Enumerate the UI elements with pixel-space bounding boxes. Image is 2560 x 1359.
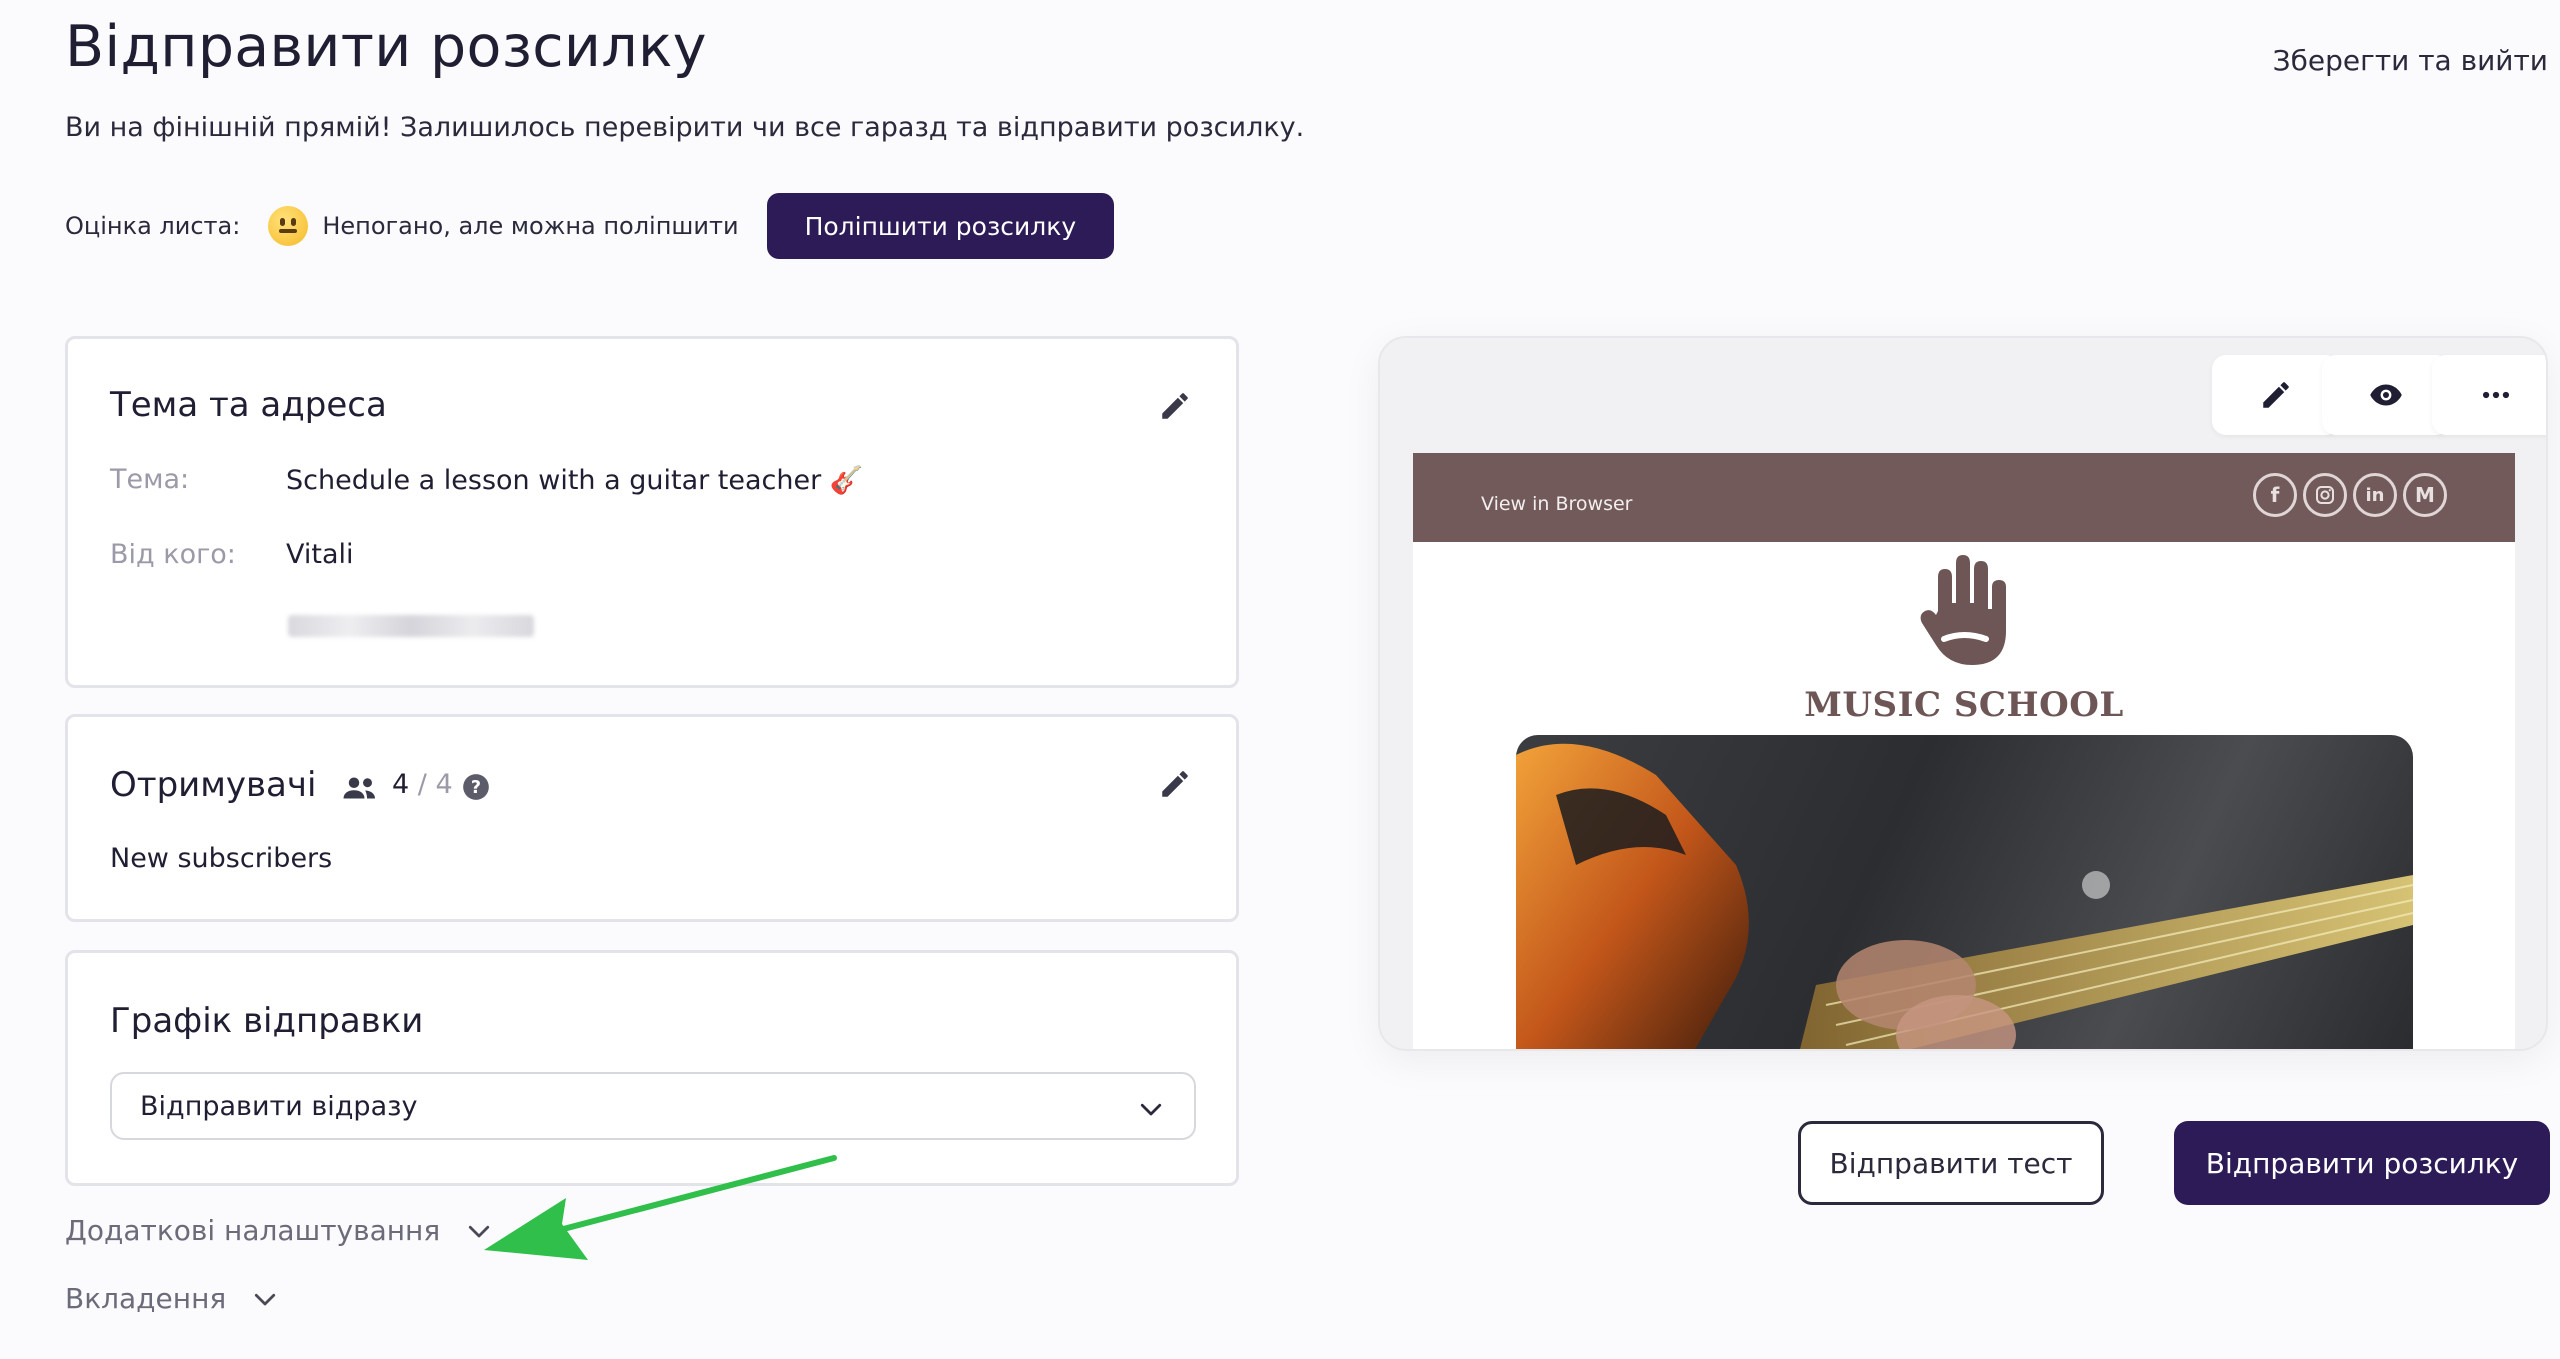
improve-campaign-button[interactable]: Поліпшити розсилку	[766, 193, 1115, 259]
schedule-select[interactable]: Відправити відразу	[110, 1072, 1196, 1140]
save-and-exit-link[interactable]: Зберегти та вийти	[2273, 44, 2548, 77]
recipients-card: Отримувачі 4 / 4 ? New subscribers	[65, 714, 1239, 922]
recipients-count: 4 / 4	[392, 769, 453, 800]
subject-card-title: Тема та адреса	[110, 385, 387, 425]
instagram-icon[interactable]	[2303, 473, 2347, 517]
facebook-icon[interactable]: f	[2253, 473, 2297, 517]
page-subtitle: Ви на фінішній прямій! Залишилось переві…	[65, 112, 1305, 143]
send-campaign-button[interactable]: Відправити розсилку	[2174, 1121, 2550, 1205]
recipients-separator: /	[417, 769, 427, 800]
email-preview-panel: View in Browser f in M MUSIC SCHOOL	[1378, 336, 2548, 1051]
pencil-icon[interactable]	[1158, 767, 1192, 801]
chevron-down-icon	[255, 1293, 276, 1305]
attachments-toggle[interactable]: Вкладення	[65, 1282, 280, 1315]
help-icon[interactable]: ?	[462, 773, 490, 801]
subject-address-card: Тема та адреса Тема: Schedule a lesson w…	[65, 336, 1239, 688]
chevron-down-icon	[1140, 1103, 1162, 1116]
recipients-total: 4	[435, 769, 453, 800]
attachments-label: Вкладення	[65, 1282, 227, 1315]
schedule-card-title: Графік відправки	[110, 1001, 424, 1041]
blurred-sender-email	[288, 615, 534, 637]
slight-smile-emoji-icon	[268, 206, 309, 246]
brand-name: MUSIC SCHOOL	[1804, 685, 2124, 725]
subject-value: Schedule a lesson with a guitar teacher …	[286, 465, 864, 496]
email-preview: View in Browser f in M MUSIC SCHOOL	[1413, 453, 2515, 1049]
more-horizontal-icon	[2482, 391, 2510, 399]
email-rating-row: Оцінка листа: Непогано, але можна поліпш…	[65, 193, 1115, 259]
music-school-hand-logo-icon	[1920, 555, 2006, 665]
eye-icon	[2370, 384, 2402, 406]
subject-label: Тема:	[110, 464, 190, 495]
recipients-card-title: Отримувачі	[110, 765, 317, 805]
svg-text:?: ?	[471, 778, 481, 798]
recipients-selected: 4	[392, 769, 410, 800]
linkedin-icon[interactable]: in	[2353, 473, 2397, 517]
rating-label: Оцінка листа:	[65, 212, 241, 240]
from-label: Від кого:	[110, 539, 236, 570]
annotation-arrow-icon	[484, 1155, 837, 1260]
email-header-bar: View in Browser f in M	[1413, 453, 2515, 542]
guitar-hero-image	[1516, 735, 2413, 1049]
pencil-icon	[2263, 382, 2289, 408]
schedule-selected-value: Відправити відразу	[140, 1090, 418, 1122]
view-in-browser-link[interactable]: View in Browser	[1481, 493, 1632, 515]
pencil-icon[interactable]	[1158, 389, 1192, 423]
additional-settings-toggle[interactable]: Додаткові налаштування	[65, 1214, 494, 1247]
users-icon	[343, 777, 375, 799]
page-title: Відправити розсилку	[65, 14, 707, 80]
send-test-button[interactable]: Відправити тест	[1798, 1121, 2104, 1205]
preview-email-button[interactable]	[2322, 355, 2450, 435]
additional-settings-label: Додаткові налаштування	[65, 1214, 441, 1247]
from-name-value: Vitali	[286, 539, 354, 570]
edit-email-button[interactable]	[2212, 355, 2340, 435]
recipient-list-name: New subscribers	[110, 843, 333, 874]
more-options-button[interactable]	[2432, 355, 2546, 435]
medium-icon[interactable]: M	[2403, 473, 2447, 517]
rating-text: Непогано, але можна поліпшити	[322, 212, 739, 240]
